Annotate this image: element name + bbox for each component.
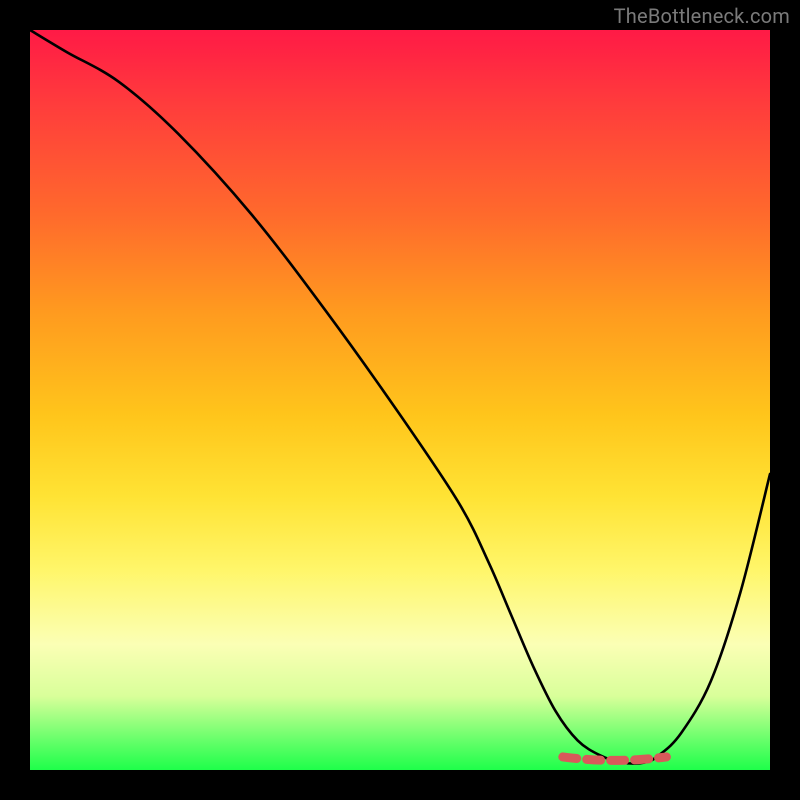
chart-frame: TheBottleneck.com bbox=[0, 0, 800, 800]
flat-bottom-accent bbox=[563, 757, 667, 761]
attribution-label: TheBottleneck.com bbox=[614, 4, 790, 28]
curve-layer bbox=[30, 30, 770, 770]
plot-area bbox=[30, 30, 770, 770]
bottleneck-curve bbox=[30, 30, 770, 764]
